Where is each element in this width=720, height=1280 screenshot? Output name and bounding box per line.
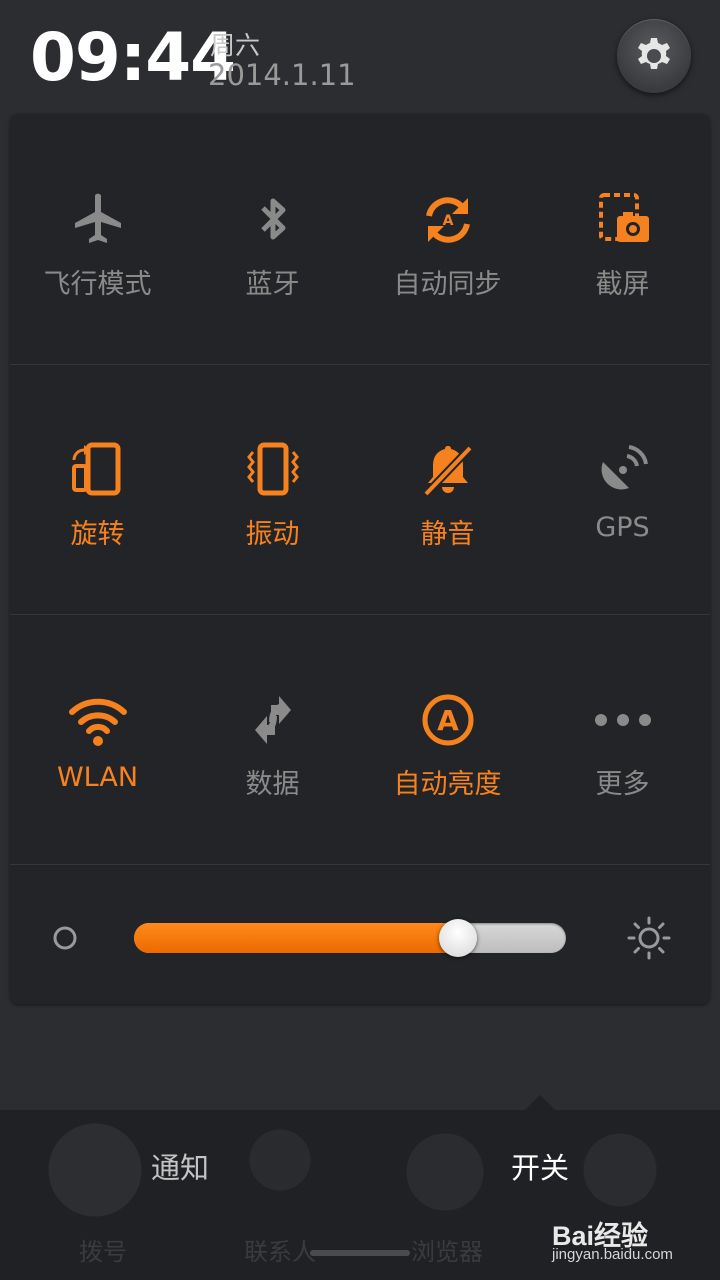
toggle-label: 飞行模式 — [43, 269, 152, 300]
rotate-icon — [71, 442, 120, 496]
toggle-rotate[interactable]: 旋转 — [10, 364, 185, 614]
airplane-icon — [74, 193, 121, 243]
toggle-wlan[interactable]: WLAN — [10, 614, 185, 864]
watermark-url: jingyan.baidu.com — [552, 1246, 673, 1263]
tab-switches[interactable]: 开关 — [440, 1138, 640, 1198]
toggle-vibrate[interactable]: 振动 — [185, 364, 360, 614]
watermark: Bai经验 jingyan.baidu.com — [552, 1214, 712, 1268]
settings-button[interactable] — [617, 19, 691, 93]
toggle-row: WLAN 数据 A 自动亮度 更多 — [10, 614, 710, 865]
toggle-label: 静音 — [420, 519, 475, 550]
data-icon — [254, 696, 291, 744]
wifi-icon — [68, 698, 127, 746]
toggle-label: WLAN — [56, 762, 139, 793]
tab-notifications[interactable]: 通知 — [80, 1138, 280, 1198]
toggle-label: GPS — [595, 512, 650, 543]
toggle-label: 旋转 — [70, 519, 125, 550]
toggle-label: 数据 — [245, 769, 300, 800]
toggle-label: 振动 — [245, 519, 300, 550]
toggle-row: 旋转 振动 静音 GPS — [10, 364, 710, 615]
toggle-label: 自动同步 — [393, 269, 502, 300]
sync-icon: A — [425, 197, 470, 243]
brightness-low-icon — [53, 926, 77, 950]
active-tab-indicator — [524, 1095, 556, 1111]
screenshot-icon — [598, 193, 649, 242]
brightness-slider-fill — [134, 923, 458, 953]
notification-shade: 09:44 周六 2014.1.11 飞行模式 蓝牙 A 自动同步 截屏 旋转 … — [0, 0, 720, 1280]
clock: 09:44 — [30, 19, 236, 96]
more-icon — [594, 714, 651, 726]
weekday-label: 周六 — [210, 31, 261, 60]
drag-handle[interactable] — [310, 1250, 410, 1256]
toggle-auto-sync[interactable]: A 自动同步 — [360, 114, 535, 364]
date-label: 2014.1.11 — [208, 58, 356, 92]
toggle-airplane[interactable]: 飞行模式 — [10, 114, 185, 364]
brightness-slider-thumb[interactable] — [439, 919, 477, 957]
toggle-more[interactable]: 更多 — [535, 614, 710, 864]
vibrate-icon — [246, 442, 299, 496]
toggle-auto-brightness[interactable]: A 自动亮度 — [360, 614, 535, 864]
status-header: 09:44 周六 2014.1.11 — [0, 0, 720, 112]
gear-icon — [638, 38, 670, 69]
toggle-screenshot[interactable]: 截屏 — [535, 114, 710, 364]
brightness-control — [10, 866, 710, 1002]
toggle-bluetooth[interactable]: 蓝牙 — [185, 114, 360, 364]
toggle-gps[interactable]: GPS — [535, 364, 710, 614]
gps-icon — [601, 445, 648, 490]
toggle-label: 截屏 — [595, 269, 650, 300]
auto-brightness-icon: A — [422, 694, 473, 746]
toggle-mute[interactable]: 静音 — [360, 364, 535, 614]
bluetooth-icon — [260, 198, 285, 240]
svg-text:A: A — [437, 704, 459, 737]
mute-icon — [422, 445, 473, 497]
toggle-label: 自动亮度 — [393, 769, 502, 800]
toggle-label: 蓝牙 — [245, 269, 300, 300]
toggle-row: 飞行模式 蓝牙 A 自动同步 截屏 — [10, 114, 710, 365]
brightness-slider[interactable] — [134, 919, 566, 957]
svg-text:A: A — [442, 213, 453, 229]
brightness-high-icon — [627, 916, 671, 960]
toggle-data[interactable]: 数据 — [185, 614, 360, 864]
toggle-label: 更多 — [595, 769, 650, 800]
toggle-panel: 飞行模式 蓝牙 A 自动同步 截屏 旋转 振动 静音 GPS WLAN 数据 A… — [10, 114, 710, 1004]
dock-label-dialer: 拨号 — [79, 1238, 127, 1266]
